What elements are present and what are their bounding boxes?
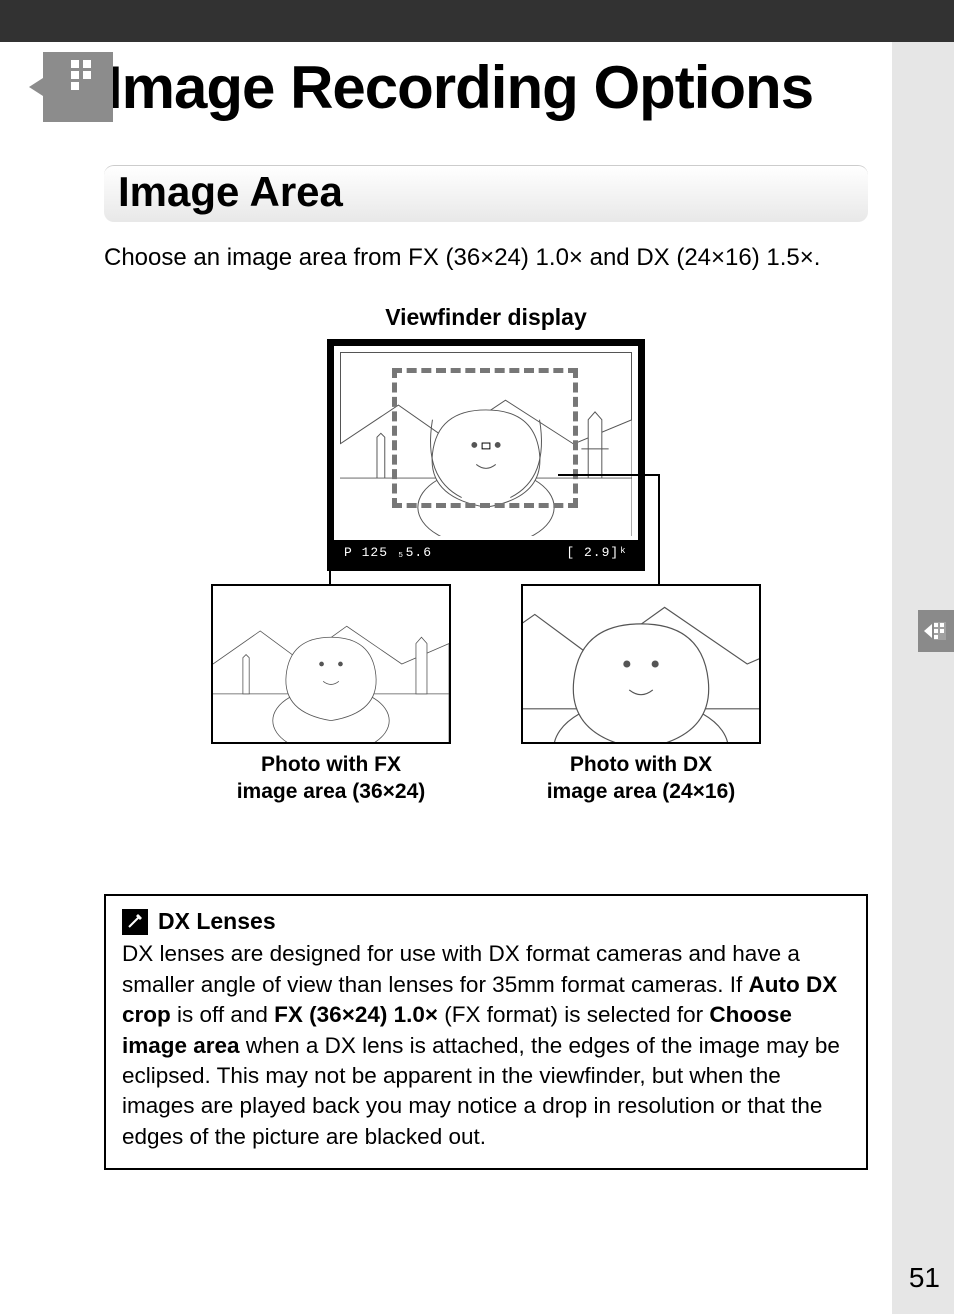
section-heading-bar: Image Area (104, 165, 868, 222)
note-text: (FX format) is selected for (438, 1002, 709, 1027)
lead-line (558, 474, 660, 476)
section-tab-icon (924, 620, 948, 642)
section-title: Image Area (118, 168, 854, 216)
viewfinder-illustration: P 125 ₅5.6 [ 2.9]ᵏ (327, 339, 645, 571)
chapter-title: Image Recording Options (48, 56, 868, 119)
note-text: is off and (171, 1002, 274, 1027)
lead-line (658, 474, 660, 594)
image-area-diagram: Viewfinder display (104, 304, 868, 834)
page-number: 51 (909, 1262, 940, 1294)
intro-paragraph: Choose an image area from FX (36×24) 1.0… (104, 242, 868, 274)
vf-status-right: [ 2.9]ᵏ (566, 545, 628, 560)
dx-caption-1: Photo with DX (570, 753, 712, 776)
dx-caption-2: image area (24×16) (547, 780, 736, 803)
vf-status-left: P 125 ₅5.6 (344, 545, 432, 560)
note-body: DX lenses are designed for use with DX f… (122, 939, 850, 1152)
note-title-text: DX Lenses (158, 908, 276, 935)
viewfinder-status-bar: P 125 ₅5.6 [ 2.9]ᵏ (334, 540, 638, 564)
right-margin-strip (892, 42, 954, 1314)
fx-example: Photo with FX image area (36×24) (211, 584, 451, 805)
note-text: DX lenses are designed for use with DX f… (122, 941, 800, 996)
page-content: Image Recording Options Image Area Choos… (48, 42, 892, 1170)
fx-caption-1: Photo with FX (261, 753, 401, 776)
dx-example-image (521, 584, 761, 744)
dx-crop-outline (392, 368, 578, 508)
note-bold: FX (36×24) 1.0× (274, 1002, 438, 1027)
fx-caption-2: image area (36×24) (237, 780, 426, 803)
note-icon (122, 909, 148, 935)
lead-line (329, 452, 331, 594)
section-thumb-tab (918, 610, 954, 652)
dx-lenses-note: DX Lenses DX lenses are designed for use… (104, 894, 868, 1170)
fx-example-image (211, 584, 451, 744)
chapter-icon (43, 52, 113, 122)
viewfinder-label: Viewfinder display (104, 304, 868, 331)
top-bar (0, 0, 954, 42)
dx-example: Photo with DX image area (24×16) (521, 584, 761, 805)
